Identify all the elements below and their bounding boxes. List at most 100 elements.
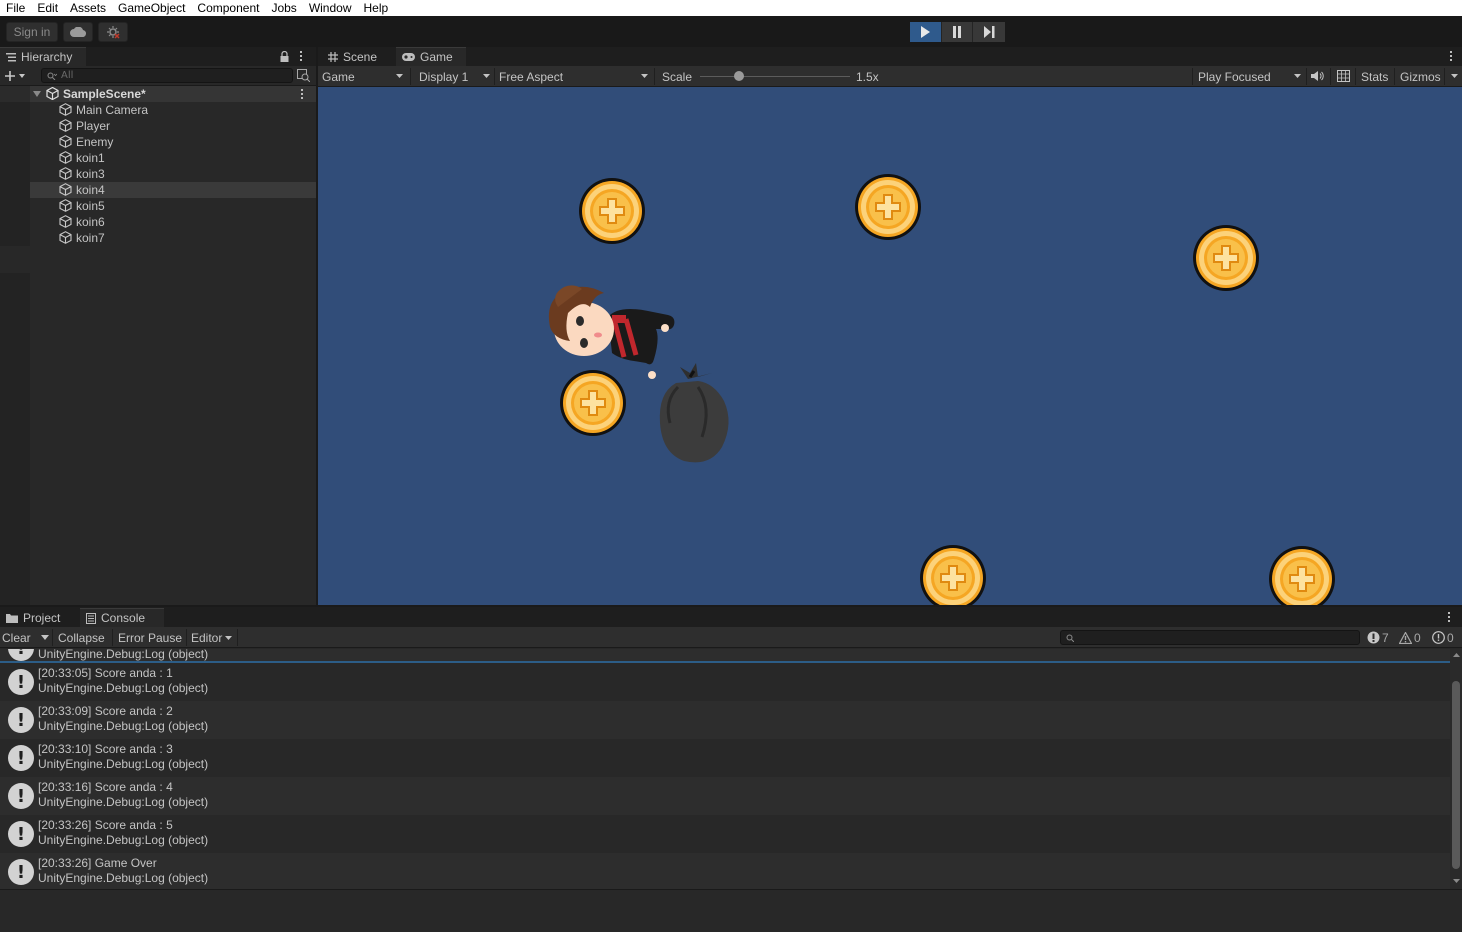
game-canvas[interactable] bbox=[318, 87, 1462, 605]
log-row-partial[interactable]: ! UnityEngine.Debug:Log (object) bbox=[0, 649, 1450, 663]
cloud-button[interactable] bbox=[63, 22, 93, 42]
hierarchy-item[interactable]: koin3 bbox=[0, 166, 316, 182]
speaker-icon[interactable] bbox=[1311, 70, 1324, 82]
log-row[interactable]: ! [20:33:09] Score anda : 2 UnityEngine.De… bbox=[0, 701, 1450, 739]
hierarchy-item[interactable]: koin1 bbox=[0, 150, 316, 166]
log-row[interactable]: ! [20:33:10] Score anda : 3 UnityEngine.De… bbox=[0, 739, 1450, 777]
menu-assets[interactable]: Assets bbox=[64, 0, 112, 16]
add-icon[interactable] bbox=[5, 70, 25, 82]
log-message: [20:33:09] Score anda : 2 bbox=[38, 704, 173, 718]
collab-button[interactable] bbox=[98, 22, 128, 42]
scene-row[interactable]: SampleScene* bbox=[0, 86, 316, 102]
hierarchy-item-label: koin3 bbox=[76, 167, 105, 181]
menu-help[interactable]: Help bbox=[358, 0, 395, 16]
log-row[interactable]: ! [20:33:05] Score anda : 1 UnityEngine.De… bbox=[0, 663, 1450, 701]
scroll-up-icon[interactable] bbox=[1453, 653, 1460, 657]
sign-in-button[interactable]: Sign in bbox=[6, 22, 58, 42]
info-icon: ! bbox=[8, 669, 34, 695]
menu-edit[interactable]: Edit bbox=[31, 0, 64, 16]
tab-scene[interactable]: Scene bbox=[318, 47, 396, 66]
log-message: [20:33:16] Score anda : 4 bbox=[38, 780, 173, 794]
tab-project[interactable]: Project bbox=[0, 608, 80, 627]
row-gutter bbox=[0, 198, 30, 214]
menu-jobs[interactable]: Jobs bbox=[265, 0, 302, 16]
separator bbox=[1394, 68, 1395, 85]
clear-button[interactable]: Clear bbox=[2, 627, 31, 648]
coin-sprite bbox=[919, 544, 987, 605]
step-button[interactable] bbox=[973, 22, 1005, 42]
chevron-down-icon bbox=[641, 74, 648, 78]
row-gutter bbox=[0, 86, 30, 102]
log-trace: UnityEngine.Debug:Log (object) bbox=[38, 833, 209, 847]
log-count-toggle[interactable]: 7 bbox=[1367, 627, 1389, 648]
log-row[interactable]: ! [20:33:26] Game Over UnityEngine.Debug:L… bbox=[0, 853, 1450, 889]
lock-icon[interactable] bbox=[280, 51, 289, 62]
enemy-sprite bbox=[659, 363, 729, 463]
folder-icon bbox=[6, 613, 18, 623]
playmode-controls bbox=[910, 22, 1005, 42]
tab-console[interactable]: Console bbox=[80, 608, 164, 627]
collapse-button[interactable]: Collapse bbox=[58, 627, 105, 648]
game-view-menu-icon[interactable] bbox=[1450, 51, 1453, 63]
log-trace: UnityEngine.Debug:Log (object) bbox=[38, 681, 209, 695]
coin-sprite bbox=[559, 369, 627, 437]
gameobject-cube-icon bbox=[59, 151, 72, 164]
scale-slider-thumb[interactable] bbox=[734, 71, 744, 81]
expand-arrow-icon[interactable] bbox=[33, 91, 41, 97]
cloud-icon bbox=[70, 27, 86, 37]
scrollbar-thumb[interactable] bbox=[1452, 681, 1460, 869]
hierarchy-search-input[interactable]: All bbox=[41, 68, 293, 83]
hierarchy-item[interactable]: Main Camera bbox=[0, 102, 316, 118]
display-dropdown[interactable]: Display 1 bbox=[419, 66, 493, 87]
menu-gameobject[interactable]: GameObject bbox=[112, 0, 191, 16]
grid-icon bbox=[328, 51, 338, 62]
gameobject-cube-icon bbox=[59, 167, 72, 180]
hierarchy-item[interactable]: koin5 bbox=[0, 198, 316, 214]
log-row[interactable]: ! [20:33:16] Score anda : 4 UnityEngine.De… bbox=[0, 777, 1450, 815]
pause-button[interactable] bbox=[941, 22, 974, 42]
log-message: [20:33:05] Score anda : 1 bbox=[38, 666, 173, 680]
menu-window[interactable]: Window bbox=[303, 0, 358, 16]
hierarchy-item[interactable]: Player bbox=[0, 118, 316, 134]
play-button[interactable] bbox=[910, 22, 942, 42]
log-trace: UnityEngine.Debug:Log (object) bbox=[38, 757, 209, 771]
log-detail-divider bbox=[0, 889, 1462, 890]
gizmos-button[interactable]: Gizmos bbox=[1400, 66, 1441, 87]
scene-visibility-icon[interactable] bbox=[297, 69, 310, 82]
tab-game[interactable]: Game bbox=[396, 47, 466, 66]
aspect-dropdown[interactable]: Free Aspect bbox=[499, 66, 651, 87]
hierarchy-item[interactable]: Enemy bbox=[0, 134, 316, 150]
error-icon bbox=[1432, 631, 1445, 644]
clear-options-icon[interactable] bbox=[41, 635, 49, 640]
separator bbox=[1192, 68, 1193, 85]
log-row[interactable]: ! [20:33:26] Score anda : 5 UnityEngine.De… bbox=[0, 815, 1450, 853]
tab-hierarchy[interactable]: Hierarchy bbox=[0, 47, 86, 66]
console-scrollbar[interactable] bbox=[1450, 649, 1462, 889]
stats-button[interactable]: Stats bbox=[1361, 66, 1388, 87]
error-pause-button[interactable]: Error Pause bbox=[118, 627, 182, 648]
hierarchy-menu-icon[interactable] bbox=[300, 51, 303, 63]
gizmos-dropdown-icon[interactable] bbox=[1451, 74, 1458, 78]
console-search-input[interactable] bbox=[1060, 630, 1360, 645]
error-count-toggle[interactable]: 0 bbox=[1432, 627, 1454, 648]
coin-sprite bbox=[1192, 224, 1260, 292]
scene-name: SampleScene* bbox=[63, 87, 146, 101]
console-toolbar: Clear Collapse Error Pause Editor 7 0 0 bbox=[0, 627, 1462, 648]
scale-slider-track[interactable] bbox=[700, 76, 850, 77]
game-mode-dropdown[interactable]: Game bbox=[322, 66, 406, 87]
warning-count-toggle[interactable]: 0 bbox=[1399, 627, 1421, 648]
console-menu-icon[interactable] bbox=[1448, 612, 1451, 624]
hierarchy-item[interactable]: koin6 bbox=[0, 214, 316, 230]
scene-menu-icon[interactable] bbox=[301, 89, 304, 101]
chevron-down-icon bbox=[1294, 74, 1301, 78]
play-focused-dropdown[interactable]: Play Focused bbox=[1198, 66, 1304, 87]
editor-dropdown[interactable]: Editor bbox=[191, 627, 233, 648]
hierarchy-item[interactable]: koin4 bbox=[0, 182, 316, 198]
resolution-grid-icon[interactable] bbox=[1337, 70, 1350, 82]
gamepad-icon bbox=[402, 53, 415, 61]
menu-file[interactable]: File bbox=[0, 0, 31, 16]
menu-component[interactable]: Component bbox=[191, 0, 265, 16]
scroll-down-icon[interactable] bbox=[1453, 879, 1460, 883]
chevron-down-icon bbox=[396, 74, 403, 78]
hierarchy-item[interactable]: koin7 bbox=[0, 230, 316, 246]
